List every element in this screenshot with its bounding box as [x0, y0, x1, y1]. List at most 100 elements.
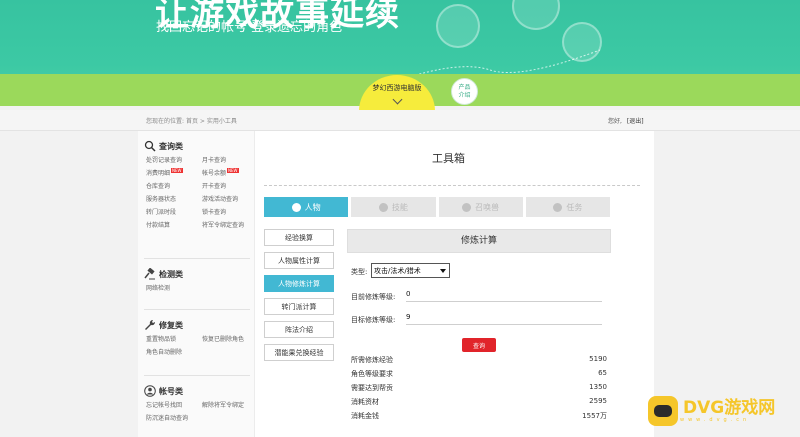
nav-group-label: 修复类: [159, 320, 183, 330]
nav-item-server-status[interactable]: 服务器状态: [146, 194, 202, 203]
nav-group-label: 检测类: [159, 269, 183, 279]
nav-group-items: 处罚记录查询 月卡查询 消费明细 NEW 帐号余额 NEW 仓库查询 开卡查询 服务…: [144, 155, 258, 229]
nav-group-account: 帐号类 忘记帐号找回 解除将军令绑定 防沉迷自动查询: [144, 384, 258, 422]
nav-item-activity[interactable]: 游戏活动查询: [202, 194, 258, 203]
summon-icon: [462, 202, 472, 212]
game-selector-label: 梦幻西游电脑版: [372, 84, 422, 92]
chevron-down-icon: [392, 94, 402, 105]
nav-group-items: 网络检测: [144, 283, 258, 292]
new-badge: NEW: [171, 168, 183, 173]
chevron-down-icon: [440, 268, 446, 273]
nav-item-consumption[interactable]: 消费明细 NEW: [146, 168, 202, 177]
category-tabs: 人物 技能 召唤兽 任务: [264, 197, 610, 217]
location-bar: 您现在的位置: 首页 > 实用小工具 您好, [退出]: [0, 110, 800, 131]
result-row: 需要达到帮贡 1350: [351, 383, 607, 395]
tab-label: 人物: [304, 202, 321, 212]
result-value: 2595: [589, 397, 607, 405]
nav-group-label: 查询类: [159, 141, 183, 151]
nav-group-label: 帐号类: [159, 386, 183, 396]
nav-item-monthly-card[interactable]: 月卡查询: [202, 155, 258, 164]
breadcrumb-home-link[interactable]: 首页: [186, 118, 198, 125]
divider: [144, 258, 250, 259]
gavel-icon: [144, 268, 155, 280]
subnav-potential-exp[interactable]: 潜能果兑换经验: [264, 344, 334, 361]
decor-circle: [512, 0, 560, 30]
magnifier-icon: [144, 140, 156, 152]
nav-group-title: 帐号类: [144, 384, 258, 398]
nav-item-reset-lock[interactable]: 重置物品锁: [146, 334, 202, 343]
tool-subnav: 经验换算 人物属性计算 人物修炼计算 转门派计算 阵法介绍 潜能果兑换经验: [264, 229, 334, 367]
user-icon: [144, 385, 156, 397]
site-watermark: DVG游戏网 www.dvg.cn: [648, 393, 798, 429]
nav-item-unbind-token[interactable]: 解除将军令绑定: [202, 400, 258, 409]
target-level-input[interactable]: 9: [406, 313, 602, 325]
product-intro-line2: 介绍: [458, 92, 471, 99]
breadcrumb-current[interactable]: 实用小工具: [207, 118, 237, 125]
nav-item-payment[interactable]: 付款结算: [146, 220, 202, 229]
subnav-attr-calc[interactable]: 人物属性计算: [264, 252, 334, 269]
query-button[interactable]: 查询: [462, 338, 496, 352]
nav-item-lock-card[interactable]: 锁卡查询: [202, 207, 258, 216]
panel-heading: 修炼计算: [347, 229, 611, 253]
nav-group-items: 重置物品锁 恢复已删除角色 角色自动删除: [144, 334, 258, 356]
tab-label: 召唤兽: [475, 202, 500, 212]
nav-item-school-change[interactable]: 转门派时段: [146, 207, 202, 216]
nav-item-open-card[interactable]: 开卡查询: [202, 181, 258, 190]
gamepad-icon: [648, 396, 678, 426]
nav-group-query: 查询类 处罚记录查询 月卡查询 消费明细 NEW 帐号余额 NEW 仓库查询 开卡查…: [144, 139, 258, 229]
nav-group-detect: 检测类 网络检测: [144, 267, 258, 292]
user-status: 您好, [退出]: [608, 116, 644, 125]
target-level-label: 目标修炼等级:: [351, 316, 396, 324]
nav-group-repair: 修复类 重置物品锁 恢复已删除角色 角色自动删除: [144, 318, 258, 356]
result-row: 消耗资材 2595: [351, 397, 607, 409]
tab-character[interactable]: 人物: [264, 197, 349, 217]
result-label: 所需修炼经验: [351, 356, 393, 364]
nav-item-balance[interactable]: 帐号余额 NEW: [202, 168, 258, 177]
nav-item-auto-delete[interactable]: 角色自动删除: [146, 347, 202, 356]
result-row: 所需修炼经验 5190: [351, 355, 607, 367]
divider: [144, 309, 250, 310]
watermark-text-block: DVG游戏网 www.dvg.cn: [678, 399, 775, 423]
result-value: 1350: [589, 383, 607, 391]
nav-item-label: 帐号余额: [202, 170, 227, 177]
type-label: 类型:: [351, 268, 368, 276]
divider: [264, 185, 640, 186]
result-value: 5190: [589, 355, 607, 363]
result-value: 65: [598, 369, 607, 377]
nav-item-penalty-query[interactable]: 处罚记录查询: [146, 155, 202, 164]
result-label: 角色等级要求: [351, 370, 393, 378]
nav-item-anti-addiction[interactable]: 防沉迷自动查询: [146, 413, 202, 422]
task-icon: [553, 202, 563, 212]
hero-subtitle: 找回忘记的帐号 登录遗忘的角色: [156, 20, 343, 35]
wrench-icon: [145, 319, 156, 330]
nav-item-network-check[interactable]: 网络检测: [146, 283, 202, 292]
tab-skill[interactable]: 技能: [351, 197, 436, 217]
person-icon: [291, 202, 301, 212]
nav-item-recover-account[interactable]: 忘记帐号找回: [146, 400, 202, 409]
subnav-cultivation-calc[interactable]: 人物修炼计算: [264, 275, 334, 292]
nav-group-items: 忘记帐号找回 解除将军令绑定 防沉迷自动查询: [144, 400, 258, 422]
new-badge: NEW: [227, 168, 239, 173]
result-row: 角色等级要求 65: [351, 369, 607, 381]
nav-group-title: 修复类: [144, 318, 258, 332]
page-title: 工具箱: [432, 152, 465, 165]
breadcrumb: 您现在的位置: 首页 > 实用小工具: [146, 116, 237, 125]
nav-item-warehouse[interactable]: 仓库查询: [146, 181, 202, 190]
product-intro-button[interactable]: 产品 介绍: [451, 78, 478, 105]
nav-item-token-bind[interactable]: 将军令绑定查询: [202, 220, 258, 229]
type-select[interactable]: 攻击/法术/猎术: [371, 263, 450, 278]
current-level-input[interactable]: 0: [406, 290, 602, 302]
nav-item-restore-role[interactable]: 恢复已删除角色: [202, 334, 258, 343]
tab-summon[interactable]: 召唤兽: [438, 197, 523, 217]
tab-task[interactable]: 任务: [525, 197, 610, 217]
subnav-school-calc[interactable]: 转门派计算: [264, 298, 334, 315]
divider: [144, 375, 250, 376]
subnav-formation-intro[interactable]: 阵法介绍: [264, 321, 334, 338]
subnav-exp-convert[interactable]: 经验换算: [264, 229, 334, 246]
tab-label: 技能: [391, 202, 408, 212]
logout-link[interactable]: [退出]: [627, 118, 644, 125]
nav-group-title: 查询类: [144, 139, 258, 153]
result-row: 消耗金钱 1557万: [351, 411, 607, 423]
nav-item-label: 消费明细: [146, 170, 171, 177]
result-label: 消耗金钱: [351, 412, 379, 420]
